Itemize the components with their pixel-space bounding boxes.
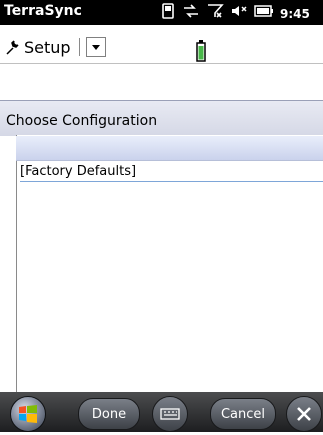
done-button[interactable]: Done — [78, 398, 140, 430]
setup-menu[interactable]: Setup — [4, 37, 106, 57]
phone-icon[interactable] — [160, 3, 176, 24]
app-title: TerraSync — [4, 3, 82, 19]
cancel-button[interactable]: Cancel — [210, 398, 276, 430]
menu-separator — [78, 38, 80, 56]
keyboard-icon — [160, 408, 180, 420]
battery-icon[interactable] — [254, 3, 274, 24]
close-button[interactable] — [286, 396, 322, 432]
close-icon — [297, 407, 311, 421]
section-title: Choose Configuration — [6, 113, 158, 129]
list-header — [16, 136, 323, 161]
windows-start-icon — [19, 405, 37, 423]
keyboard-button[interactable] — [152, 396, 188, 432]
setup-dropdown-button[interactable] — [85, 37, 106, 57]
clock[interactable]: 9:45 — [280, 5, 310, 23]
status-bar: TerraSync 9:45 — [0, 0, 323, 25]
list-item[interactable]: [Factory Defaults] — [20, 164, 136, 179]
choose-configuration-header: Choose Configuration — [0, 100, 323, 136]
sync-arrows-icon[interactable] — [182, 3, 200, 24]
chevron-down-icon — [91, 45, 100, 50]
toolbar: Setup — [0, 25, 323, 63]
cancel-label: Cancel — [220, 406, 266, 422]
no-signal-icon[interactable] — [206, 3, 224, 24]
volume-icon[interactable] — [230, 3, 248, 24]
done-label: Done — [91, 406, 127, 422]
status-icons: 9:45 — [160, 3, 310, 24]
start-button[interactable] — [10, 396, 46, 432]
blank-band — [0, 63, 323, 101]
battery-icon — [196, 40, 206, 62]
list-item-underline — [20, 181, 323, 182]
wrench-icon — [6, 40, 19, 55]
setup-menu-label: Setup — [24, 37, 71, 57]
